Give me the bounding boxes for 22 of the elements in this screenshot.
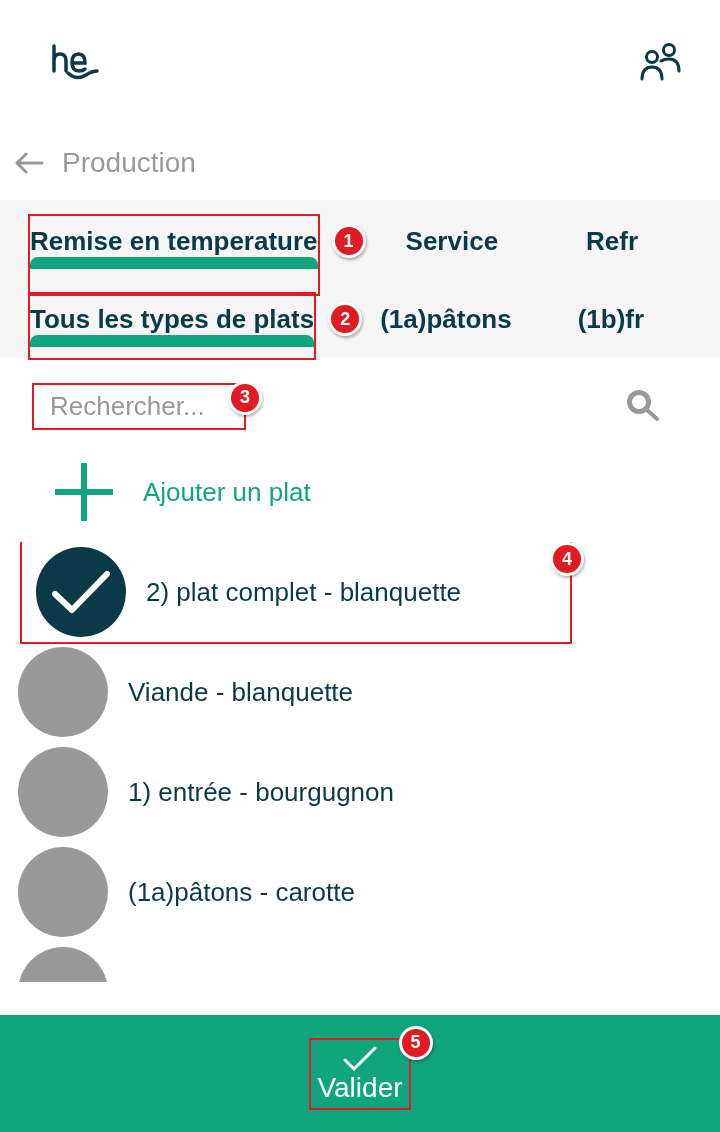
page-title: Production [62,146,196,179]
annotation-badge: 1 [331,224,366,258]
dish-row[interactable]: (1a)pâtons - carotte [0,842,720,942]
search-field[interactable]: Rechercher... [34,384,224,428]
tab[interactable]: Service [405,216,499,294]
check-icon [343,1045,377,1072]
users-icon[interactable] [640,42,682,83]
tab[interactable]: Remise en temperature [30,216,318,269]
tab[interactable]: (1a)pâtons [380,294,512,358]
check-icon [52,570,110,614]
annotation-badge: 5 [398,1025,433,1060]
dish-row[interactable]: Viande - blanquette [0,642,720,742]
back-arrow-icon[interactable] [14,151,44,174]
dish-row[interactable]: 1) entrée - bourgugnon [0,742,720,842]
tab[interactable]: Tous les types de plats [30,294,315,347]
annotation-badge: 4 [550,542,584,576]
annotation-badge: 2 [328,302,363,336]
tab[interactable]: Refr [586,216,639,294]
plus-icon [55,463,113,521]
annotation-badge: 3 [228,380,262,415]
search-icon[interactable] [626,389,660,423]
tab[interactable]: (1b)fr [577,294,645,358]
